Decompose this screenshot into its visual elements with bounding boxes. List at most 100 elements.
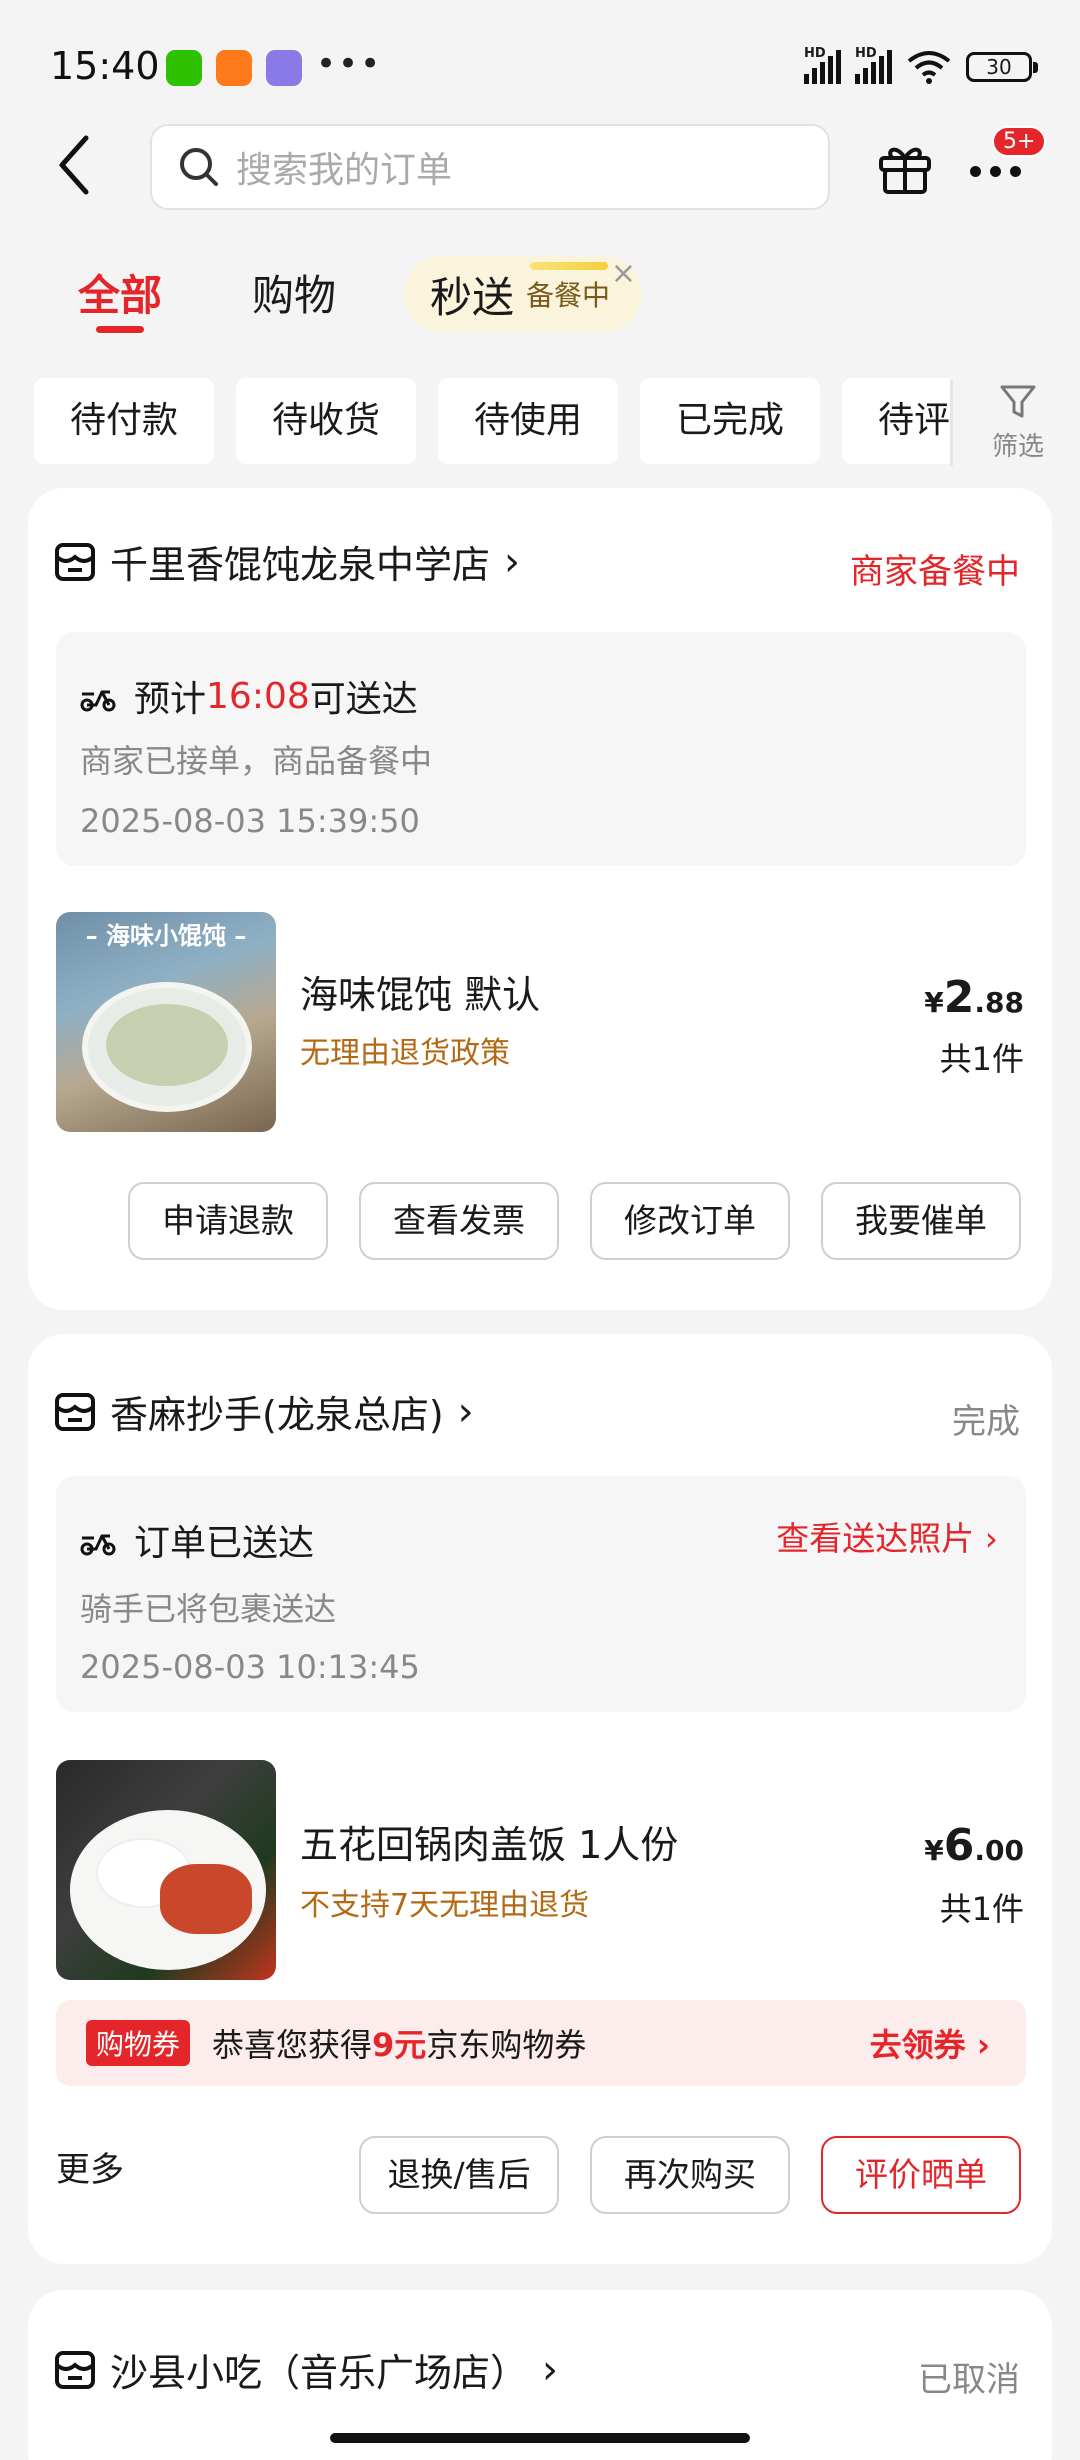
tab-active-indicator: [96, 326, 144, 333]
more-dot: [990, 166, 1001, 177]
store-name: 沙县小吃（音乐广场店）: [110, 2351, 529, 2395]
wonton-graphic: [106, 1004, 228, 1086]
battery-icon: 30: [966, 52, 1038, 82]
product-image[interactable]: – 海味小馄饨 –: [56, 912, 276, 1132]
search-icon: [180, 148, 218, 186]
order-status: 完成: [952, 1402, 1020, 1442]
status-bar: 15:40 ••• HD HD 30: [0, 0, 1080, 130]
order-card[interactable]: 香麻抄手(龙泉总店) › 完成 订单已送达 查看送达照片 › 骑手已将包裹送达 …: [28, 1334, 1052, 2264]
back-arrow-icon: [59, 135, 89, 195]
eta-line: 预计 16:08 可送达: [78, 670, 418, 722]
return-policy: 不支持7天无理由退货: [300, 1888, 590, 1923]
delivery-info[interactable]: 订单已送达 查看送达照片 › 骑手已将包裹送达 2025-08-03 10:13…: [56, 1476, 1026, 1712]
app-icon: [266, 50, 302, 86]
product-quantity: 共1件: [939, 1040, 1024, 1078]
store-icon: [55, 2350, 95, 2389]
view-invoice-button[interactable]: 查看发票: [359, 1182, 559, 1260]
product-name[interactable]: 海味馄饨 默认: [300, 964, 540, 1019]
status-more-dots: •••: [316, 44, 383, 84]
tab-shopping[interactable]: 购物: [252, 262, 336, 323]
chip-pending-payment[interactable]: 待付款: [34, 378, 214, 464]
order-status: 商家备餐中: [850, 552, 1020, 592]
search-input[interactable]: 搜索我的订单: [150, 124, 830, 210]
store-icon: [55, 542, 95, 581]
chevron-right-icon: ›: [984, 1519, 998, 1558]
tab-flash-status: 备餐中: [526, 279, 611, 312]
gift-icon: [879, 147, 931, 194]
chevron-right-icon: ›: [976, 2026, 990, 2064]
product-quantity: 共1件: [939, 1890, 1024, 1928]
delivered-line: 订单已送达: [78, 1514, 314, 1566]
store-icon: [55, 1392, 95, 1431]
store-name: 香麻抄手(龙泉总店): [110, 1393, 444, 1437]
product-name[interactable]: 五花回锅肉盖饭 1人份: [300, 1814, 678, 1869]
funnel-icon: [1000, 385, 1036, 418]
tab-flash-delivery[interactable]: 秒送 备餐中 ×: [404, 256, 642, 332]
order-timestamp: 2025-08-03 10:13:45: [80, 1648, 420, 1686]
return-exchange-button[interactable]: 退换/售后: [359, 2136, 559, 2214]
eta-prefix: 预计: [134, 679, 207, 720]
status-indicators: HD HD 30: [804, 46, 1038, 88]
chevron-right-icon: ›: [457, 1388, 474, 1435]
search-placeholder: 搜索我的订单: [236, 150, 453, 191]
view-delivery-photo-link[interactable]: 查看送达照片 ›: [776, 1512, 998, 1560]
request-refund-button[interactable]: 申请退款: [128, 1182, 328, 1260]
eta-suffix: 可送达: [309, 679, 418, 720]
coupon-banner[interactable]: 购物券 恭喜您获得9元京东购物券 去领券 ›: [56, 2000, 1026, 2086]
store-name: 千里香馄饨龙泉中学店: [110, 543, 491, 587]
close-icon[interactable]: ×: [611, 256, 636, 291]
chip-completed[interactable]: 已完成: [640, 378, 820, 464]
urge-order-button[interactable]: 我要催单: [821, 1182, 1021, 1260]
wechat-icon: [166, 50, 202, 86]
store-link[interactable]: 千里香馄饨龙泉中学店 ›: [54, 534, 520, 589]
back-button[interactable]: [48, 130, 98, 200]
review-button[interactable]: 评价晒单: [821, 2136, 1021, 2214]
coupon-text: 恭喜您获得9元京东购物券: [212, 2026, 587, 2064]
order-substatus: 骑手已将包裹送达: [80, 1590, 337, 1628]
filter-button[interactable]: 筛选: [968, 380, 1068, 470]
store-link[interactable]: 香麻抄手(龙泉总店) ›: [54, 1384, 474, 1439]
signal-icon: HD: [804, 46, 841, 84]
more-dot: [1010, 166, 1021, 177]
notification-badge: 5+: [992, 126, 1047, 157]
product-image[interactable]: [56, 1760, 276, 1980]
taobao-icon: [216, 50, 252, 86]
filter-label: 筛选: [991, 432, 1044, 462]
claim-coupon-link[interactable]: 去领券 ›: [870, 2020, 990, 2066]
signal-icon: HD: [855, 46, 892, 84]
chevron-right-icon: ›: [542, 2346, 559, 2393]
order-substatus: 商家已接单，商品备餐中: [80, 742, 433, 780]
chip-pending-receipt[interactable]: 待收货: [236, 378, 416, 464]
tab-flash-decoration: [530, 262, 608, 270]
eta-time: 16:08: [206, 675, 310, 717]
filter-chip-row: 待付款待收货待使用已完成待评价: [34, 378, 950, 464]
more-dot: [970, 166, 981, 177]
buy-again-button[interactable]: 再次购买: [590, 2136, 790, 2214]
order-card[interactable]: 千里香馄饨龙泉中学店 › 商家备餐中 预计 16:08 可送达 商家已接单，商品备餐…: [28, 488, 1052, 1310]
modify-order-button[interactable]: 修改订单: [590, 1182, 790, 1260]
status-time: 15:40: [50, 44, 160, 88]
product-image-caption: – 海味小馄饨 –: [85, 922, 247, 950]
delivered-status: 订单已送达: [134, 1523, 315, 1564]
chip-pending-review[interactable]: 待评价: [842, 378, 950, 464]
delivery-scooter-icon: [80, 1534, 116, 1556]
home-indicator[interactable]: [330, 2433, 750, 2443]
pork-graphic: [160, 1864, 252, 1934]
more-actions-link[interactable]: 更多: [56, 2142, 124, 2191]
product-price: ¥6.00: [924, 1820, 1024, 1871]
tab-all[interactable]: 全部: [78, 262, 162, 323]
chip-pending-use[interactable]: 待使用: [438, 378, 618, 464]
product-price: ¥2.88: [924, 972, 1024, 1023]
gift-button[interactable]: [876, 138, 934, 196]
delivery-info[interactable]: 预计 16:08 可送达 商家已接单，商品备餐中 2025-08-03 15:39:…: [56, 632, 1026, 866]
store-link[interactable]: 沙县小吃（音乐广场店） ›: [54, 2342, 558, 2397]
wifi-icon: [907, 51, 951, 84]
divider: [950, 380, 953, 466]
delivery-scooter-icon: [80, 690, 116, 712]
order-timestamp: 2025-08-03 15:39:50: [80, 802, 420, 840]
tab-flash-label: 秒送: [430, 272, 515, 322]
coupon-tag: 购物券: [86, 2020, 191, 2066]
return-policy: 无理由退货政策: [300, 1036, 510, 1071]
order-status: 已取消: [918, 2360, 1020, 2400]
chevron-right-icon: ›: [504, 538, 521, 585]
